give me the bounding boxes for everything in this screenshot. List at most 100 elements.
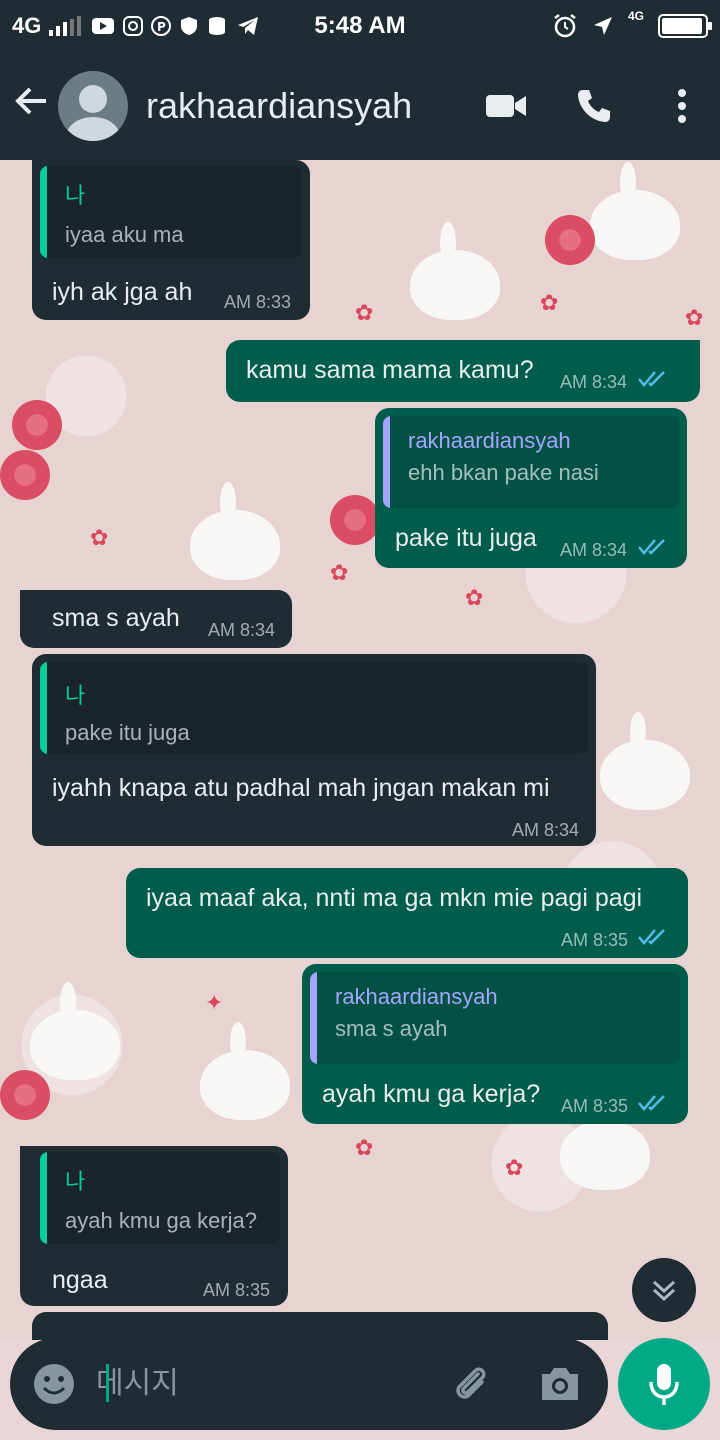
read-ticks-icon [638,929,665,945]
chevron-double-down-icon [652,1280,676,1302]
quote-text: ayah kmu ga kerja? [65,1208,257,1233]
back-arrow-icon [15,87,46,115]
message-bubble-incoming[interactable]: 나 pake itu juga iyahh knapa atu padhal m… [32,654,596,846]
message-bubble-incoming[interactable]: 나 iyaa aku ma iyh ak jga ah AM 8:33 [32,160,310,320]
message-text: iyaa maaf aka, nnti ma ga mkn mie pagi p… [146,884,643,912]
message-text: iyh ak jga ah [52,278,193,306]
storage-icon [209,17,226,35]
message-input[interactable] [96,1358,426,1408]
wallpaper-bunny [600,712,690,810]
chat-area[interactable]: ✿ ✿ ✿ ✿ ✿ ✦ ✿ ✿ ✿ 나 iyaa aku ma iyh ak j… [0,160,720,1340]
wallpaper-rose [330,495,380,545]
telegram-icon [238,17,259,35]
network-type: 4G [12,13,42,38]
chat-header: rakhaardiansyah [0,52,720,160]
wallpaper-bunny [590,162,680,260]
quote-text: iyaa aku ma [65,222,184,247]
quote-author: rakhaardiansyah [408,428,571,453]
message-text: ayah kmu ga kerja? [322,1080,541,1108]
wallpaper-flower: ✿ [505,1155,524,1180]
quote-author: 나 [65,1169,86,1194]
wallpaper-flower: ✿ [90,525,109,550]
wallpaper-flower: ✿ [685,305,704,330]
status-right: 4G [552,9,712,39]
wallpaper-flower: ✿ [465,585,484,610]
message-bubble-incoming[interactable] [32,1312,608,1340]
message-text: ngaa [52,1266,108,1294]
quote-author: rakhaardiansyah [335,984,498,1009]
emoji-icon [34,1364,74,1404]
wallpaper-flower: ✿ [330,560,349,585]
wallpaper-flower: ✿ [540,290,559,315]
message-time: AM 8:34 [560,372,628,392]
wallpaper-flower: ✿ [355,300,374,325]
message-composer [10,1338,608,1430]
message-text: kamu sama mama kamu? [246,356,534,384]
voice-call-button[interactable] [570,82,618,130]
back-button[interactable] [14,83,54,129]
quoted-message[interactable]: 나 pake itu juga [40,662,588,754]
camera-icon [542,1368,578,1400]
more-options-button[interactable] [658,82,706,130]
wallpaper-rose [545,215,595,265]
paperclip-icon [456,1367,486,1399]
instagram-icon [123,16,144,36]
message-time: AM 8:34 [560,540,628,560]
wallpaper-flower: ✦ [205,990,224,1015]
read-ticks-icon [638,1095,665,1111]
message-bubble-incoming[interactable]: sma s ayah AM 8:34 [20,590,292,648]
wallpaper-bunny [30,982,120,1080]
phone-icon [578,90,610,122]
avatar[interactable] [58,71,128,141]
message-time: AM 8:33 [224,292,292,312]
youtube-icon [92,18,115,34]
quote-bar [40,1152,47,1244]
more-vert-icon [678,89,686,123]
emoji-button[interactable] [32,1362,76,1406]
message-bubble-outgoing[interactable]: iyaa maaf aka, nnti ma ga mkn mie pagi p… [126,868,688,958]
quote-bar [40,166,47,258]
quote-text: sma s ayah [335,1016,448,1041]
quoted-message[interactable]: 나 ayah kmu ga kerja? [40,1152,280,1244]
message-time: AM 8:34 [208,620,276,640]
scroll-to-bottom-button[interactable] [632,1258,696,1322]
quoted-message[interactable]: rakhaardiansyah sma s ayah [310,972,680,1064]
video-call-icon [486,95,526,117]
contact-name[interactable]: rakhaardiansyah [146,85,412,127]
message-bubble-outgoing[interactable]: rakhaardiansyah ehh bkan pake nasi pake … [375,408,687,568]
alarm-icon [554,14,576,38]
wallpaper-bunny [200,1022,290,1120]
text-caret [106,1364,109,1402]
message-text: iyahh knapa atu padhal mah jngan makan m… [52,774,550,802]
shield-icon [181,17,198,35]
quote-bar [310,972,317,1064]
network-type-secondary: 4G [627,9,644,23]
camera-button[interactable] [536,1360,584,1408]
message-time: AM 8:35 [561,930,629,950]
status-left: 4G P [12,13,312,39]
microphone-icon [649,1364,679,1405]
wallpaper-flower: ✿ [355,1135,374,1160]
quote-author: 나 [65,183,86,208]
wallpaper-rose [12,400,62,450]
message-bubble-outgoing[interactable]: rakhaardiansyah sma s ayah ayah kmu ga k… [302,964,688,1124]
message-time: AM 8:35 [203,1280,271,1300]
quote-author: 나 [65,683,86,708]
wallpaper-bunny [190,482,280,580]
quoted-message[interactable]: rakhaardiansyah ehh bkan pake nasi [383,416,679,508]
message-bubble-incoming[interactable]: 나 ayah kmu ga kerja? ngaa AM 8:35 [20,1146,288,1306]
wallpaper-rose [0,450,50,500]
read-ticks-icon [638,539,665,555]
quote-bar [40,662,47,754]
message-time: AM 8:35 [561,1096,629,1116]
voice-record-button[interactable] [618,1338,710,1430]
message-time: AM 8:34 [512,820,580,840]
message-bubble-outgoing[interactable]: kamu sama mama kamu? AM 8:34 [226,340,700,402]
svg-text:P: P [157,20,166,34]
quote-bar [383,416,390,508]
quoted-message[interactable]: 나 iyaa aku ma [40,166,302,258]
video-call-button[interactable] [482,82,530,130]
attach-button[interactable] [448,1360,496,1408]
location-icon [593,17,612,35]
signal-icon [49,16,82,36]
